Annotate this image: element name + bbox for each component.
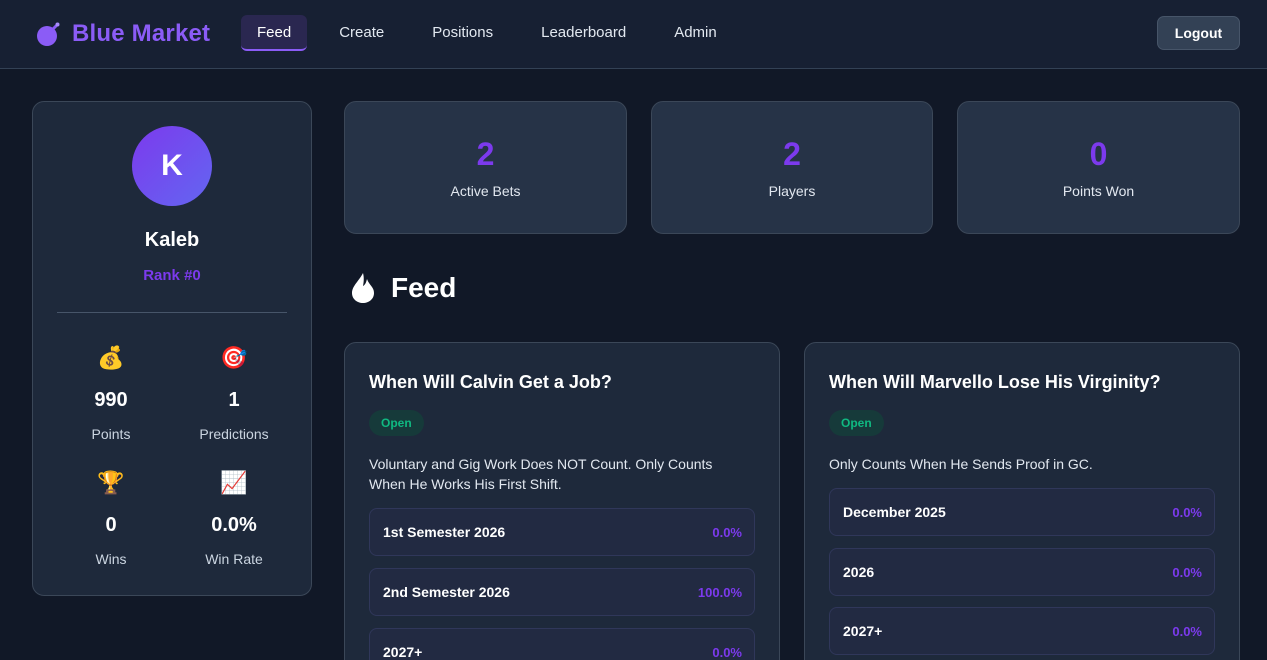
status-badge: Open [369,410,424,436]
stat-value: 0 [105,514,117,536]
players-value: 2 [783,136,801,172]
feed-heading: Feed [350,272,456,304]
stat-wins: 🏆 0 Wins [49,469,173,567]
money-bag-icon: 💰 [97,345,125,370]
stat-value: 0.0% [211,514,257,536]
chart-increasing-icon: 📈 [220,470,248,495]
logout-button[interactable]: Logout [1157,16,1240,50]
bet-option[interactable]: 1st Semester 2026 0.0% [369,508,755,556]
bet-title: When Will Marvello Lose His Virginity? [829,372,1161,392]
trophy-icon: 🏆 [97,470,125,495]
target-icon: 🎯 [220,345,248,370]
top-navbar: Blue Market Feed Create Positions Leader… [0,0,1267,69]
option-label: 2nd Semester 2026 [383,584,510,600]
stat-label: Win Rate [205,551,263,567]
bet-card[interactable]: When Will Marvello Lose His Virginity? O… [804,342,1240,660]
profile-divider [57,312,287,313]
players-card: 2 Players [651,101,933,234]
stat-win-rate: 📈 0.0% Win Rate [172,469,296,567]
nav-feed[interactable]: Feed [241,15,308,51]
brand-name: Blue Market [72,20,211,47]
brand[interactable]: Blue Market [35,20,210,48]
nav-leaderboard[interactable]: Leaderboard [525,15,642,51]
option-label: 1st Semester 2026 [383,524,506,540]
active-bets-card: 2 Active Bets [344,101,627,234]
stat-label: Points [91,426,131,442]
profile-card: K Kaleb Rank #0 💰 990 Points 🎯 1 Predict… [32,101,312,596]
bet-option[interactable]: December 2025 0.0% [829,488,1215,536]
players-label: Players [768,183,816,199]
flame-icon [352,273,374,303]
bet-option[interactable]: 2027+ 0.0% [829,607,1215,655]
bet-card[interactable]: When Will Calvin Get a Job? Open Volunta… [344,342,780,660]
option-percent: 100.0% [697,585,742,600]
bet-option[interactable]: 2026 0.0% [829,548,1215,596]
nav-positions[interactable]: Positions [416,15,509,51]
stat-predictions: 🎯 1 Predictions [172,344,296,442]
stat-label: Predictions [199,426,269,442]
option-percent: 0.0% [712,525,742,540]
option-percent: 0.0% [1172,505,1202,520]
bet-option[interactable]: 2nd Semester 2026 100.0% [369,568,755,616]
avatar: K [132,126,212,206]
option-label: 2026 [843,564,875,580]
stat-label: Wins [95,551,127,567]
active-bets-label: Active Bets [450,183,521,199]
stat-value: 990 [94,389,128,411]
main-nav: Feed Create Positions Leaderboard Admin [241,15,749,51]
nav-create[interactable]: Create [323,15,400,51]
bet-description: Voluntary and Gig Work Does NOT Count. O… [369,456,713,492]
option-label: 2027+ [383,644,423,660]
stat-value: 1 [228,389,240,411]
nav-admin[interactable]: Admin [658,15,733,51]
option-percent: 0.0% [1172,624,1202,639]
option-label: 2027+ [843,623,883,639]
bet-option[interactable]: 2027+ 0.0% [369,628,755,660]
status-badge: Open [829,410,884,436]
profile-rank: Rank #0 [143,267,201,284]
bet-description: Only Counts When He Sends Proof in GC. [829,456,1093,472]
points-won-label: Points Won [1062,183,1135,199]
bomb-icon [37,22,60,46]
stat-points: 💰 990 Points [49,344,173,442]
bet-title: When Will Calvin Get a Job? [369,372,612,392]
points-won-card: 0 Points Won [957,101,1240,234]
option-percent: 0.0% [1172,565,1202,580]
active-bets-value: 2 [476,136,495,172]
feed-title: Feed [391,272,457,303]
profile-name: Kaleb [144,229,200,251]
option-label: December 2025 [843,504,946,520]
option-percent: 0.0% [712,645,742,660]
points-won-value: 0 [1089,136,1108,172]
